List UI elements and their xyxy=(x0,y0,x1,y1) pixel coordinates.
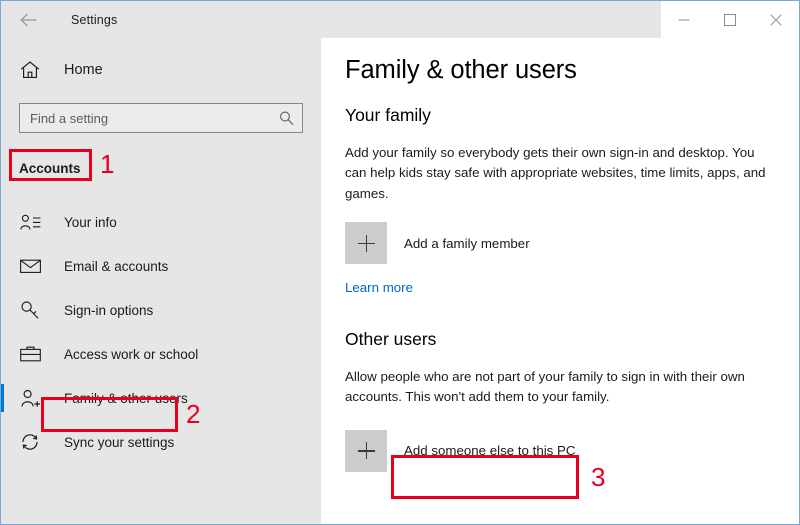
add-family-member-label: Add a family member xyxy=(404,235,530,251)
sidebar-item-access-work-school[interactable]: Access work or school xyxy=(1,332,321,376)
section-heading-your-family: Your family xyxy=(345,105,431,125)
sidebar-item-your-info-label: Your info xyxy=(64,214,117,230)
plus-icon xyxy=(345,222,387,265)
window-controls xyxy=(661,1,799,38)
key-icon xyxy=(19,299,41,321)
section-body-your-family: Add your family so everybody gets their … xyxy=(345,145,766,201)
sidebar-item-home-label: Home xyxy=(64,62,103,78)
sidebar-item-sign-in-options[interactable]: Sign-in options xyxy=(1,288,321,332)
page-title: Family & other users xyxy=(345,56,577,84)
plus-icon xyxy=(345,429,387,472)
learn-more-link[interactable]: Learn more xyxy=(345,280,413,295)
add-someone-else-label: Add someone else to this PC xyxy=(404,443,576,459)
sidebar-item-email-accounts-label: Email & accounts xyxy=(64,258,169,274)
search-icon[interactable] xyxy=(279,111,294,126)
search-box[interactable] xyxy=(19,103,303,133)
sidebar-item-sync-your-settings[interactable]: Sync your settings xyxy=(1,420,321,464)
home-icon xyxy=(19,59,41,81)
back-arrow-icon[interactable] xyxy=(5,1,51,38)
close-button[interactable] xyxy=(753,1,799,38)
envelope-icon xyxy=(19,255,41,277)
section-body-other-users: Allow people who are not part of your fa… xyxy=(345,369,745,405)
sidebar-item-sign-in-options-label: Sign-in options xyxy=(64,302,154,318)
sidebar-item-your-info[interactable]: Your info xyxy=(1,200,321,244)
settings-window: Settings Home Find a setting Accounts Yo… xyxy=(0,0,800,525)
search-input[interactable] xyxy=(20,105,265,131)
main-content: Family & other users Your family Add you… xyxy=(321,38,799,524)
minimize-button[interactable] xyxy=(661,1,707,38)
sidebar-nav-list: Your info Email & accounts Sign-in optio… xyxy=(1,200,321,464)
sidebar-item-family-other-users[interactable]: Family & other users xyxy=(1,376,321,420)
sidebar-category-label: Accounts xyxy=(19,160,81,176)
briefcase-icon xyxy=(19,343,41,365)
sidebar-item-email-accounts[interactable]: Email & accounts xyxy=(1,244,321,288)
section-heading-other-users: Other users xyxy=(345,329,437,350)
maximize-button[interactable] xyxy=(707,1,753,38)
sidebar-item-access-work-school-label: Access work or school xyxy=(64,346,199,362)
user-info-icon xyxy=(19,211,41,233)
sidebar: Home Accounts xyxy=(1,38,321,524)
sidebar-item-family-other-users-label: Family & other users xyxy=(64,390,188,406)
sidebar-item-home[interactable]: Home xyxy=(1,53,321,87)
window-title: Settings xyxy=(71,12,118,27)
sidebar-category-accounts: Accounts xyxy=(1,152,321,184)
add-someone-else-button[interactable]: Add someone else to this PC xyxy=(345,429,773,472)
sidebar-item-sync-your-settings-label: Sync your settings xyxy=(64,434,175,450)
sync-icon xyxy=(19,431,41,453)
add-user-icon xyxy=(19,387,41,409)
add-family-member-button[interactable]: Add a family member xyxy=(345,222,773,265)
